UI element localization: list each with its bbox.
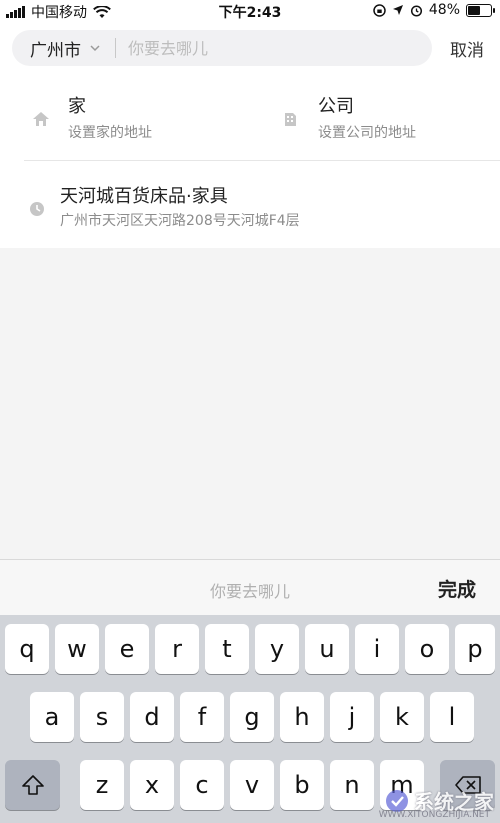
key-r[interactable]: r	[155, 624, 199, 674]
key-v[interactable]: v	[230, 760, 274, 810]
keyboard-hint: 你要去哪儿	[209, 582, 290, 601]
done-button[interactable]: 完成	[438, 575, 476, 602]
alarm-icon	[410, 4, 422, 17]
key-h[interactable]: h	[280, 692, 324, 742]
keyboard-row-2: a s d f g h j k l	[0, 692, 500, 742]
key-x[interactable]: x	[130, 760, 174, 810]
keyboard-toolbar: 你要去哪儿 完成	[0, 559, 500, 616]
keyboard: q w e r t y u i o p a s d f g h j k l z …	[0, 615, 500, 823]
home-icon	[33, 112, 49, 126]
key-i[interactable]: i	[355, 624, 399, 674]
home-title: 家	[68, 96, 86, 117]
key-d[interactable]: d	[130, 692, 174, 742]
key-w[interactable]: w	[55, 624, 99, 674]
key-j[interactable]: j	[330, 692, 374, 742]
key-e[interactable]: e	[105, 624, 149, 674]
key-z[interactable]: z	[80, 760, 124, 810]
key-t[interactable]: t	[205, 624, 249, 674]
lock-rotation-icon	[373, 3, 386, 17]
key-g[interactable]: g	[230, 692, 274, 742]
home-shortcut[interactable]: 家 设置家的地址	[32, 92, 262, 152]
shift-arrow-icon	[21, 775, 44, 795]
watermark: 系统之家 WWW.XITONGZHIJIA.NET	[379, 786, 494, 820]
battery-icon	[466, 3, 495, 17]
company-shortcut[interactable]: 公司 设置公司的地址	[282, 92, 500, 152]
key-n[interactable]: n	[330, 760, 374, 810]
search-bar: 广州市	[12, 30, 432, 66]
search-panel: 广州市 取消 家 设置家的地址 公司 设置公司的地址 天河城百货床品·家具	[0, 22, 500, 248]
status-bar: 中国移动 下午2:43 48%	[0, 0, 500, 22]
search-divider	[115, 38, 116, 58]
building-icon	[285, 113, 296, 126]
key-b[interactable]: b	[280, 760, 324, 810]
history-item[interactable]: 天河城百货床品·家具 广州市天河区天河路208号天河城F4层	[28, 182, 488, 238]
keyboard-row-1: q w e r t y u i o p	[0, 624, 500, 674]
key-u[interactable]: u	[305, 624, 349, 674]
key-c[interactable]: c	[180, 760, 224, 810]
company-subtitle: 设置公司的地址	[318, 125, 416, 141]
battery-percent: 48%	[428, 2, 460, 18]
key-f[interactable]: f	[180, 692, 224, 742]
key-p[interactable]: p	[455, 624, 495, 674]
list-divider	[24, 160, 500, 161]
shift-key[interactable]	[5, 760, 60, 810]
clock-icon	[30, 202, 44, 216]
history-subtitle: 广州市天河区天河路208号天河城F4层	[60, 213, 300, 229]
home-subtitle: 设置家的地址	[68, 125, 152, 141]
key-a[interactable]: a	[30, 692, 74, 742]
watermark-url: WWW.XITONGZHIJIA.NET	[378, 810, 490, 820]
cancel-button[interactable]: 取消	[450, 36, 484, 61]
key-y[interactable]: y	[255, 624, 299, 674]
search-input[interactable]	[126, 37, 390, 59]
key-s[interactable]: s	[80, 692, 124, 742]
key-q[interactable]: q	[5, 624, 49, 674]
company-title: 公司	[318, 96, 354, 117]
history-title: 天河城百货床品·家具	[60, 186, 228, 207]
chevron-down-icon[interactable]	[89, 42, 101, 54]
city-selector[interactable]: 广州市	[30, 36, 81, 61]
key-o[interactable]: o	[405, 624, 449, 674]
location-arrow-icon	[392, 5, 403, 15]
key-k[interactable]: k	[380, 692, 424, 742]
key-l[interactable]: l	[430, 692, 474, 742]
